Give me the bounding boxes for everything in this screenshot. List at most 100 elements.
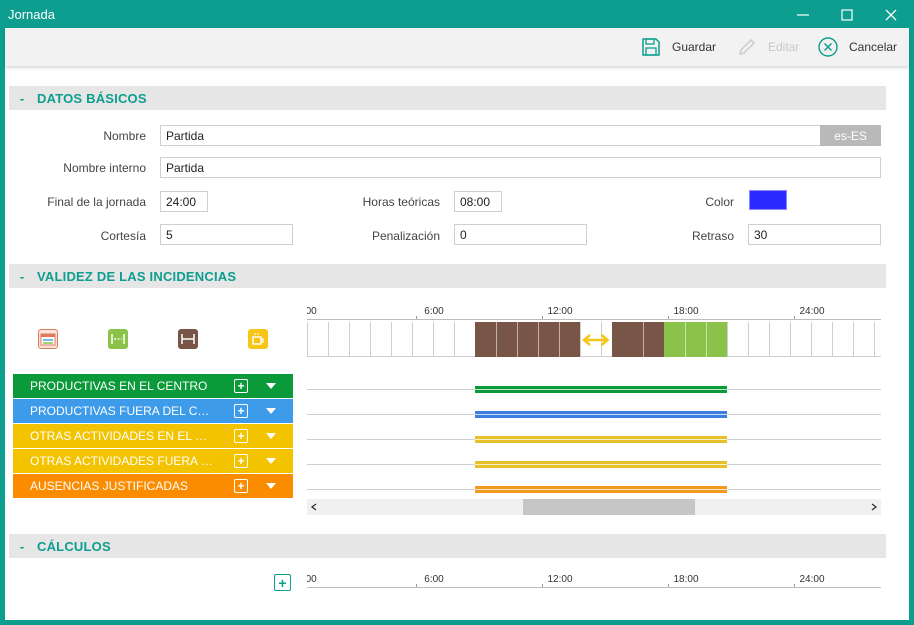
hour-cell[interactable] bbox=[433, 322, 454, 357]
add-icon[interactable]: + bbox=[234, 404, 248, 418]
incidence-bar[interactable] bbox=[475, 386, 727, 393]
hour-cell[interactable] bbox=[412, 322, 433, 357]
color-label: Color bbox=[705, 195, 734, 209]
add-icon[interactable]: + bbox=[234, 429, 248, 443]
incidence-bar[interactable] bbox=[475, 486, 727, 493]
color-picker[interactable] bbox=[749, 190, 787, 210]
hour-cell[interactable] bbox=[349, 322, 370, 357]
dropdown-caret-icon[interactable] bbox=[266, 408, 276, 414]
hour-cell[interactable] bbox=[769, 322, 790, 357]
collapse-toggle[interactable]: - bbox=[11, 91, 33, 106]
theoretical-hours-input[interactable]: 08:00 bbox=[454, 191, 502, 212]
add-calculation-button[interactable]: + bbox=[274, 574, 291, 591]
language-selector[interactable]: es-ES bbox=[820, 125, 881, 146]
incidences-header[interactable]: - VALIDEZ DE LAS INCIDENCIAS bbox=[9, 264, 886, 288]
work-span-icon[interactable] bbox=[178, 329, 198, 349]
name-input[interactable]: Partida bbox=[160, 125, 821, 146]
calculations-header[interactable]: - CÁLCULOS bbox=[9, 534, 886, 558]
bar-highlight bbox=[475, 464, 727, 465]
save-label: Guardar bbox=[672, 40, 717, 54]
incidence-row[interactable]: OTRAS ACTIVIDADES EN EL CENTRO + bbox=[13, 424, 293, 448]
timeline-scrollbar[interactable] bbox=[307, 499, 881, 515]
hour-cell[interactable] bbox=[370, 322, 391, 357]
incidence-row[interactable]: AUSENCIAS JUSTIFICADAS + bbox=[13, 474, 293, 498]
basic-data-header[interactable]: - DATOS BÁSICOS bbox=[9, 86, 886, 110]
incidence-bar[interactable] bbox=[475, 461, 727, 468]
collapse-toggle[interactable]: - bbox=[11, 269, 33, 284]
dialog-client: Guardar Editar Cancelar - DATOS BÁSICOS bbox=[5, 28, 909, 620]
tick-label: 24:00 bbox=[799, 306, 825, 317]
end-of-day-input[interactable]: 24:00 bbox=[160, 191, 208, 212]
bar-highlight bbox=[475, 489, 727, 490]
coffee-icon[interactable] bbox=[248, 329, 268, 349]
edit-button[interactable]: Editar bbox=[736, 35, 799, 59]
incidence-label: PRODUCTIVAS FUERA DEL CENTRO bbox=[30, 404, 215, 418]
courtesy-input[interactable]: 5 bbox=[160, 224, 293, 245]
scroll-left-icon[interactable] bbox=[310, 503, 318, 511]
hour-cell[interactable] bbox=[790, 322, 811, 357]
internal-name-input[interactable]: Partida bbox=[160, 157, 881, 178]
dropdown-caret-icon[interactable] bbox=[266, 383, 276, 389]
scrollbar-thumb[interactable] bbox=[523, 499, 695, 515]
incidence-timeline[interactable]: 0:00 6:00 12:00 18:00 24:00 bbox=[307, 300, 881, 520]
hour-cell[interactable] bbox=[811, 322, 832, 357]
dropdown-caret-icon[interactable] bbox=[266, 483, 276, 489]
add-icon[interactable]: + bbox=[234, 454, 248, 468]
scroll-right-icon[interactable] bbox=[870, 503, 878, 511]
hour-divider bbox=[538, 322, 539, 357]
hour-cell[interactable] bbox=[307, 322, 328, 357]
incidence-label: OTRAS ACTIVIDADES EN EL CENTRO bbox=[30, 429, 215, 443]
minimize-button[interactable] bbox=[788, 4, 818, 26]
incidence-bar[interactable] bbox=[475, 436, 727, 443]
break-arrow-icon[interactable] bbox=[582, 330, 610, 350]
tick-label: 18:00 bbox=[673, 574, 699, 585]
section-title: DATOS BÁSICOS bbox=[37, 90, 147, 106]
cancel-button[interactable]: Cancelar bbox=[817, 35, 897, 59]
hour-cell[interactable] bbox=[832, 322, 853, 357]
penalty-input[interactable]: 0 bbox=[454, 224, 587, 245]
hour-cell[interactable] bbox=[391, 322, 412, 357]
axis-line bbox=[307, 587, 881, 588]
maximize-button[interactable] bbox=[832, 4, 862, 26]
hour-divider bbox=[559, 322, 560, 357]
add-icon[interactable]: + bbox=[234, 379, 248, 393]
incidence-row[interactable]: PRODUCTIVAS EN EL CENTRO + bbox=[13, 374, 293, 398]
hour-cell[interactable] bbox=[328, 322, 349, 357]
save-button[interactable]: Guardar bbox=[640, 35, 716, 59]
calendar-icon[interactable] bbox=[38, 329, 58, 349]
bar-highlight bbox=[475, 439, 727, 440]
flex-span-icon[interactable] bbox=[108, 329, 128, 349]
hour-cell[interactable] bbox=[727, 322, 748, 357]
dropdown-caret-icon[interactable] bbox=[266, 458, 276, 464]
hour-divider bbox=[517, 322, 518, 357]
incidence-label: PRODUCTIVAS EN EL CENTRO bbox=[30, 379, 208, 393]
incidence-bar[interactable] bbox=[475, 411, 727, 418]
incidence-row[interactable]: OTRAS ACTIVIDADES FUERA DEL CENTRO + bbox=[13, 449, 293, 473]
collapse-toggle[interactable]: - bbox=[11, 539, 33, 554]
flex-segment[interactable] bbox=[664, 322, 727, 357]
section-title: VALIDEZ DE LAS INCIDENCIAS bbox=[37, 268, 237, 284]
toolbar: Guardar Editar Cancelar bbox=[5, 28, 909, 66]
work-segment[interactable] bbox=[611, 322, 664, 357]
hour-divider bbox=[643, 322, 644, 357]
hour-cell[interactable] bbox=[748, 322, 769, 357]
add-icon[interactable]: + bbox=[234, 479, 248, 493]
close-window-button[interactable] bbox=[876, 4, 906, 26]
axis-line bbox=[307, 319, 881, 320]
hour-cell[interactable] bbox=[874, 322, 881, 357]
work-segment[interactable] bbox=[475, 322, 580, 357]
internal-name-label: Nombre interno bbox=[63, 161, 146, 175]
penalty-label: Penalización bbox=[371, 229, 440, 243]
hour-cell[interactable] bbox=[853, 322, 874, 357]
delay-label: Retraso bbox=[691, 229, 734, 243]
incidence-label: OTRAS ACTIVIDADES FUERA DEL CENTRO bbox=[30, 454, 215, 468]
name-label: Nombre bbox=[103, 129, 146, 143]
incidence-row[interactable]: PRODUCTIVAS FUERA DEL CENTRO + bbox=[13, 399, 293, 423]
edit-label: Editar bbox=[768, 40, 800, 54]
delay-input[interactable]: 30 bbox=[748, 224, 881, 245]
cancel-label: Cancelar bbox=[849, 40, 898, 54]
tick-label: 12:00 bbox=[547, 574, 573, 585]
minimize-icon bbox=[797, 14, 809, 16]
hour-cell[interactable] bbox=[454, 322, 475, 357]
dropdown-caret-icon[interactable] bbox=[266, 433, 276, 439]
